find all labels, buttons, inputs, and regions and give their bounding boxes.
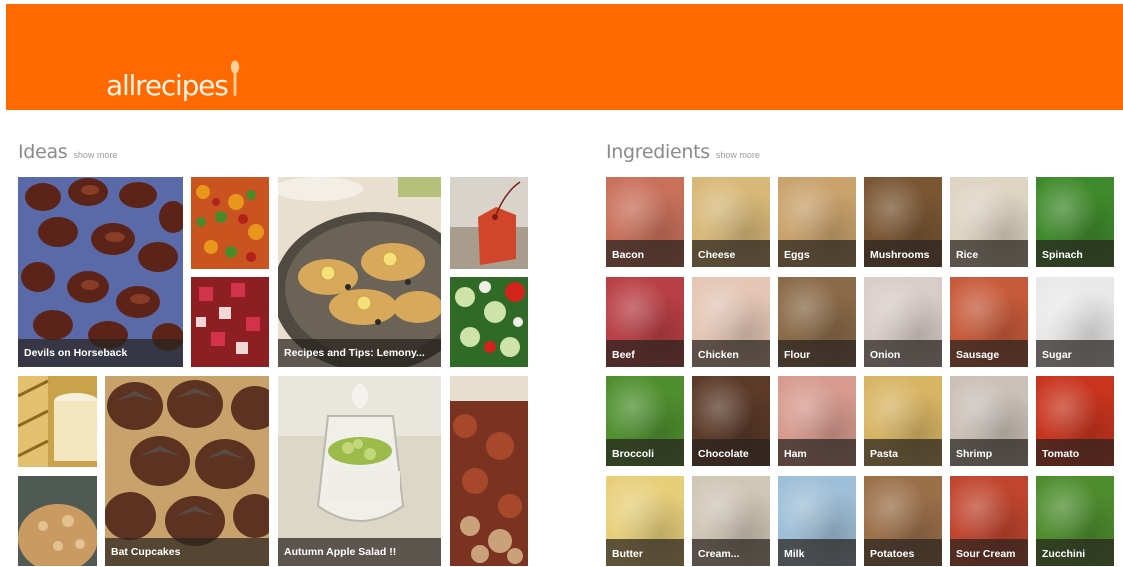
ingredient-label: Potatoes — [864, 539, 942, 566]
tile-image — [450, 177, 528, 269]
tile-image — [18, 376, 97, 467]
idea-bat-cupcakes[interactable]: Bat Cupcakes — [105, 376, 269, 566]
ingredient-tile-rice[interactable]: Rice — [950, 177, 1028, 267]
ingredient-label: Spinach — [1036, 240, 1114, 267]
ingredients-heading: Ingredients show more — [606, 141, 760, 163]
ideas-show-more-link[interactable]: show more — [73, 150, 117, 160]
ingredient-tile-milk[interactable]: Milk — [778, 476, 856, 566]
idea-cucumber-salad[interactable] — [450, 277, 528, 367]
ingredient-tile-onion[interactable]: Onion — [864, 277, 942, 367]
ingredient-label: Onion — [864, 340, 942, 367]
ingredient-label: Cream... — [692, 539, 770, 566]
ingredient-tile-eggs[interactable]: Eggs — [778, 177, 856, 267]
ingredient-tile-chicken[interactable]: Chicken — [692, 277, 770, 367]
idea-berry-salad[interactable] — [191, 277, 269, 367]
ingredient-label: Sugar — [1036, 340, 1114, 367]
ingredient-label: Mushrooms — [864, 240, 942, 267]
ingredient-tile-potatoes[interactable]: Potatoes — [864, 476, 942, 566]
tile-caption: Recipes and Tips: Lemony... — [278, 339, 441, 367]
tile-image — [450, 376, 528, 566]
ideas-heading: Ideas show more — [18, 141, 117, 163]
ingredient-label: Bacon — [606, 240, 684, 267]
tile-image — [18, 476, 97, 566]
ingredient-label: Flour — [778, 340, 856, 367]
ingredient-tile-sour-cream[interactable]: Sour Cream — [950, 476, 1028, 566]
ingredient-label: Broccoli — [606, 439, 684, 466]
allrecipes-logo[interactable]: allrecipes — [106, 60, 240, 100]
ingredient-tile-cheese[interactable]: Cheese — [692, 177, 770, 267]
ingredient-tile-ham[interactable]: Ham — [778, 376, 856, 466]
idea-jar-drink[interactable] — [18, 376, 97, 467]
idea-gift-tag[interactable] — [450, 177, 528, 269]
ingredient-tile-zucchini[interactable]: Zucchini — [1036, 476, 1114, 566]
idea-recipes-tips-lemony[interactable]: Recipes and Tips: Lemony... — [278, 177, 441, 367]
ingredient-label: Sausage — [950, 340, 1028, 367]
tile-image — [191, 177, 269, 269]
tile-caption: Bat Cupcakes — [105, 538, 269, 566]
ingredient-tile-butter[interactable]: Butter — [606, 476, 684, 566]
ingredient-tile-broccoli[interactable]: Broccoli — [606, 376, 684, 466]
tile-image — [450, 277, 528, 367]
idea-veggie-salad[interactable] — [191, 177, 269, 269]
ingredient-tile-cream[interactable]: Cream... — [692, 476, 770, 566]
ingredient-label: Sour Cream — [950, 539, 1028, 566]
app-header: allrecipes — [6, 4, 1123, 110]
tile-caption: Devils on Horseback — [18, 339, 183, 367]
ingredient-tile-spinach[interactable]: Spinach — [1036, 177, 1114, 267]
ingredient-tile-sugar[interactable]: Sugar — [1036, 277, 1114, 367]
tile-image — [191, 277, 269, 367]
ingredient-label: Beef — [606, 340, 684, 367]
idea-autumn-apple-salad[interactable]: Autumn Apple Salad !! — [278, 376, 441, 566]
ingredient-tile-mushrooms[interactable]: Mushrooms — [864, 177, 942, 267]
ingredient-label: Zucchini — [1036, 539, 1114, 566]
ingredient-label: Milk — [778, 539, 856, 566]
idea-roast-dish[interactable] — [450, 376, 528, 566]
idea-muffin[interactable] — [18, 476, 97, 566]
ingredient-tile-sausage[interactable]: Sausage — [950, 277, 1028, 367]
logo-text: allrecipes — [106, 69, 229, 102]
idea-devils-on-horseback[interactable]: Devils on Horseback — [18, 177, 183, 367]
ingredient-label: Ham — [778, 439, 856, 466]
ingredient-tile-flour[interactable]: Flour — [778, 277, 856, 367]
ideas-title: Ideas — [18, 141, 68, 163]
ingredient-label: Chicken — [692, 340, 770, 367]
tile-caption: Autumn Apple Salad !! — [278, 538, 441, 566]
ingredient-tile-tomato[interactable]: Tomato — [1036, 376, 1114, 466]
ingredient-tile-shrimp[interactable]: Shrimp — [950, 376, 1028, 466]
ingredient-tile-bacon[interactable]: Bacon — [606, 177, 684, 267]
ingredient-label: Butter — [606, 539, 684, 566]
spoon-icon — [230, 60, 239, 96]
ingredient-tile-chocolate[interactable]: Chocolate — [692, 376, 770, 466]
ingredient-label: Pasta — [864, 439, 942, 466]
ingredients-show-more-link[interactable]: show more — [716, 150, 760, 160]
ingredient-label: Rice — [950, 240, 1028, 267]
ingredient-label: Chocolate — [692, 439, 770, 466]
ingredient-label: Cheese — [692, 240, 770, 267]
ingredient-label: Tomato — [1036, 439, 1114, 466]
ingredient-tile-pasta[interactable]: Pasta — [864, 376, 942, 466]
ingredients-title: Ingredients — [606, 141, 710, 163]
ingredient-label: Eggs — [778, 240, 856, 267]
ingredient-label: Shrimp — [950, 439, 1028, 466]
ingredient-tile-beef[interactable]: Beef — [606, 277, 684, 367]
